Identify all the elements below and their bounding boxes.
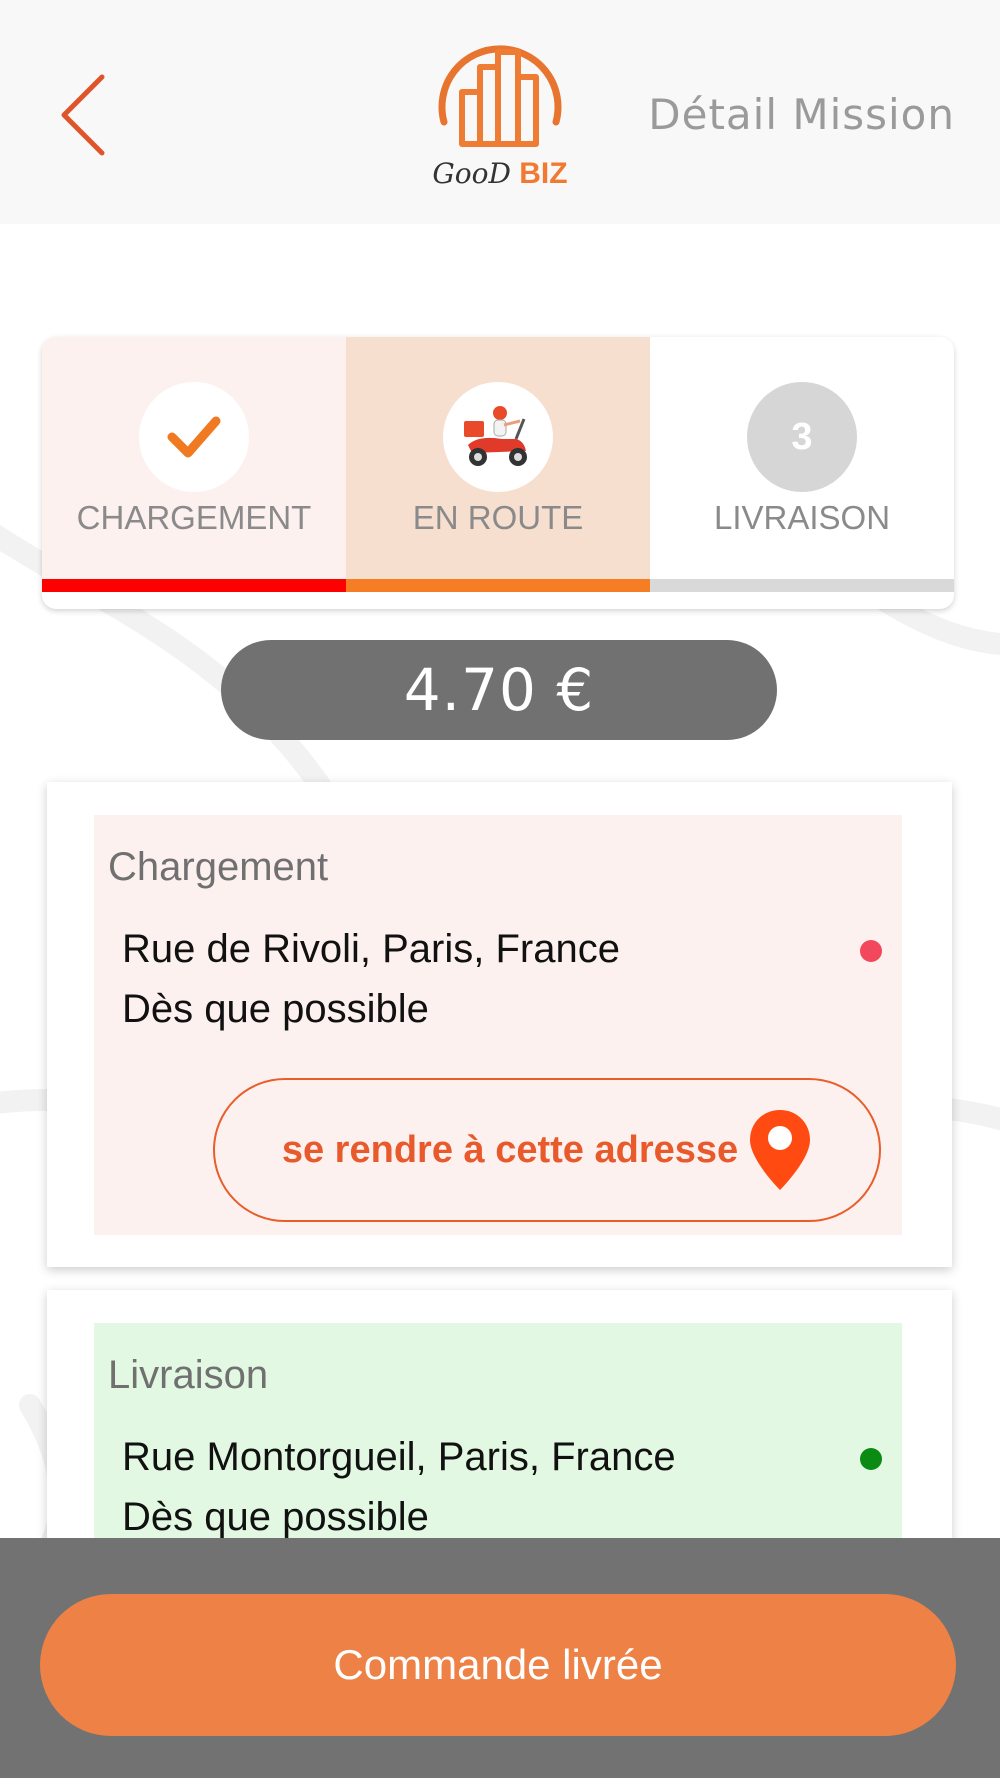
navigate-to-address-button[interactable]: se rendre à cette adresse — [213, 1078, 881, 1222]
delivery-title: Livraison — [108, 1353, 269, 1397]
pickup-card-body: Chargement Rue de Rivoli, Paris, France … — [94, 815, 902, 1235]
step-1-label: CHARGEMENT — [76, 499, 312, 536]
step-livraison: 3 LIVRAISON — [650, 337, 954, 579]
mission-stepper: CHARGEMENT EN ROUTE 3 LIVRAISON — [42, 337, 954, 609]
step-2-label: EN ROUTE — [412, 499, 584, 536]
step-chargement: CHARGEMENT — [42, 337, 346, 579]
progress-segment-current — [346, 579, 650, 592]
page-title: Détail Mission — [648, 90, 955, 139]
goodbiz-logo: GooD BIZ — [430, 22, 570, 202]
progress-segment-done — [42, 579, 346, 592]
step-3-number: 3 — [791, 415, 813, 458]
progress-segment-pending — [650, 579, 954, 592]
logo-word-biz: BIZ — [519, 157, 568, 190]
delivery-address: Rue Montorgueil, Paris, France — [122, 1435, 676, 1479]
delivery-status-dot — [860, 1448, 882, 1470]
scooter-courier-icon — [464, 406, 527, 466]
chevron-left-icon — [61, 74, 105, 156]
logo-text: GooD BIZ — [430, 157, 570, 191]
pickup-time: Dès que possible — [122, 987, 429, 1031]
pickup-title: Chargement — [108, 845, 329, 889]
price-badge: 4.70 € — [221, 640, 777, 740]
check-icon — [167, 416, 221, 458]
step-1-circle — [139, 382, 249, 492]
delivery-time: Dès que possible — [122, 1495, 429, 1539]
step-2-circle — [443, 382, 553, 492]
pickup-card: Chargement Rue de Rivoli, Paris, France … — [47, 782, 952, 1267]
bottom-action-bar: Commande livrée — [0, 1538, 1000, 1778]
step-3-label: LIVRAISON — [713, 499, 891, 536]
step-3-circle: 3 — [747, 382, 857, 492]
city-logo-icon — [438, 45, 562, 147]
step-en-route: EN ROUTE — [346, 337, 650, 579]
map-pin-icon — [750, 1110, 811, 1190]
app-header: GooD BIZ Détail Mission — [0, 0, 1000, 224]
back-button[interactable] — [50, 65, 120, 165]
pickup-status-dot — [860, 940, 882, 962]
order-delivered-button[interactable]: Commande livrée — [40, 1594, 956, 1736]
navigate-button-label: se rendre à cette adresse — [281, 1128, 739, 1171]
pickup-address: Rue de Rivoli, Paris, France — [122, 927, 620, 971]
logo-word-good: GooD — [432, 157, 511, 190]
